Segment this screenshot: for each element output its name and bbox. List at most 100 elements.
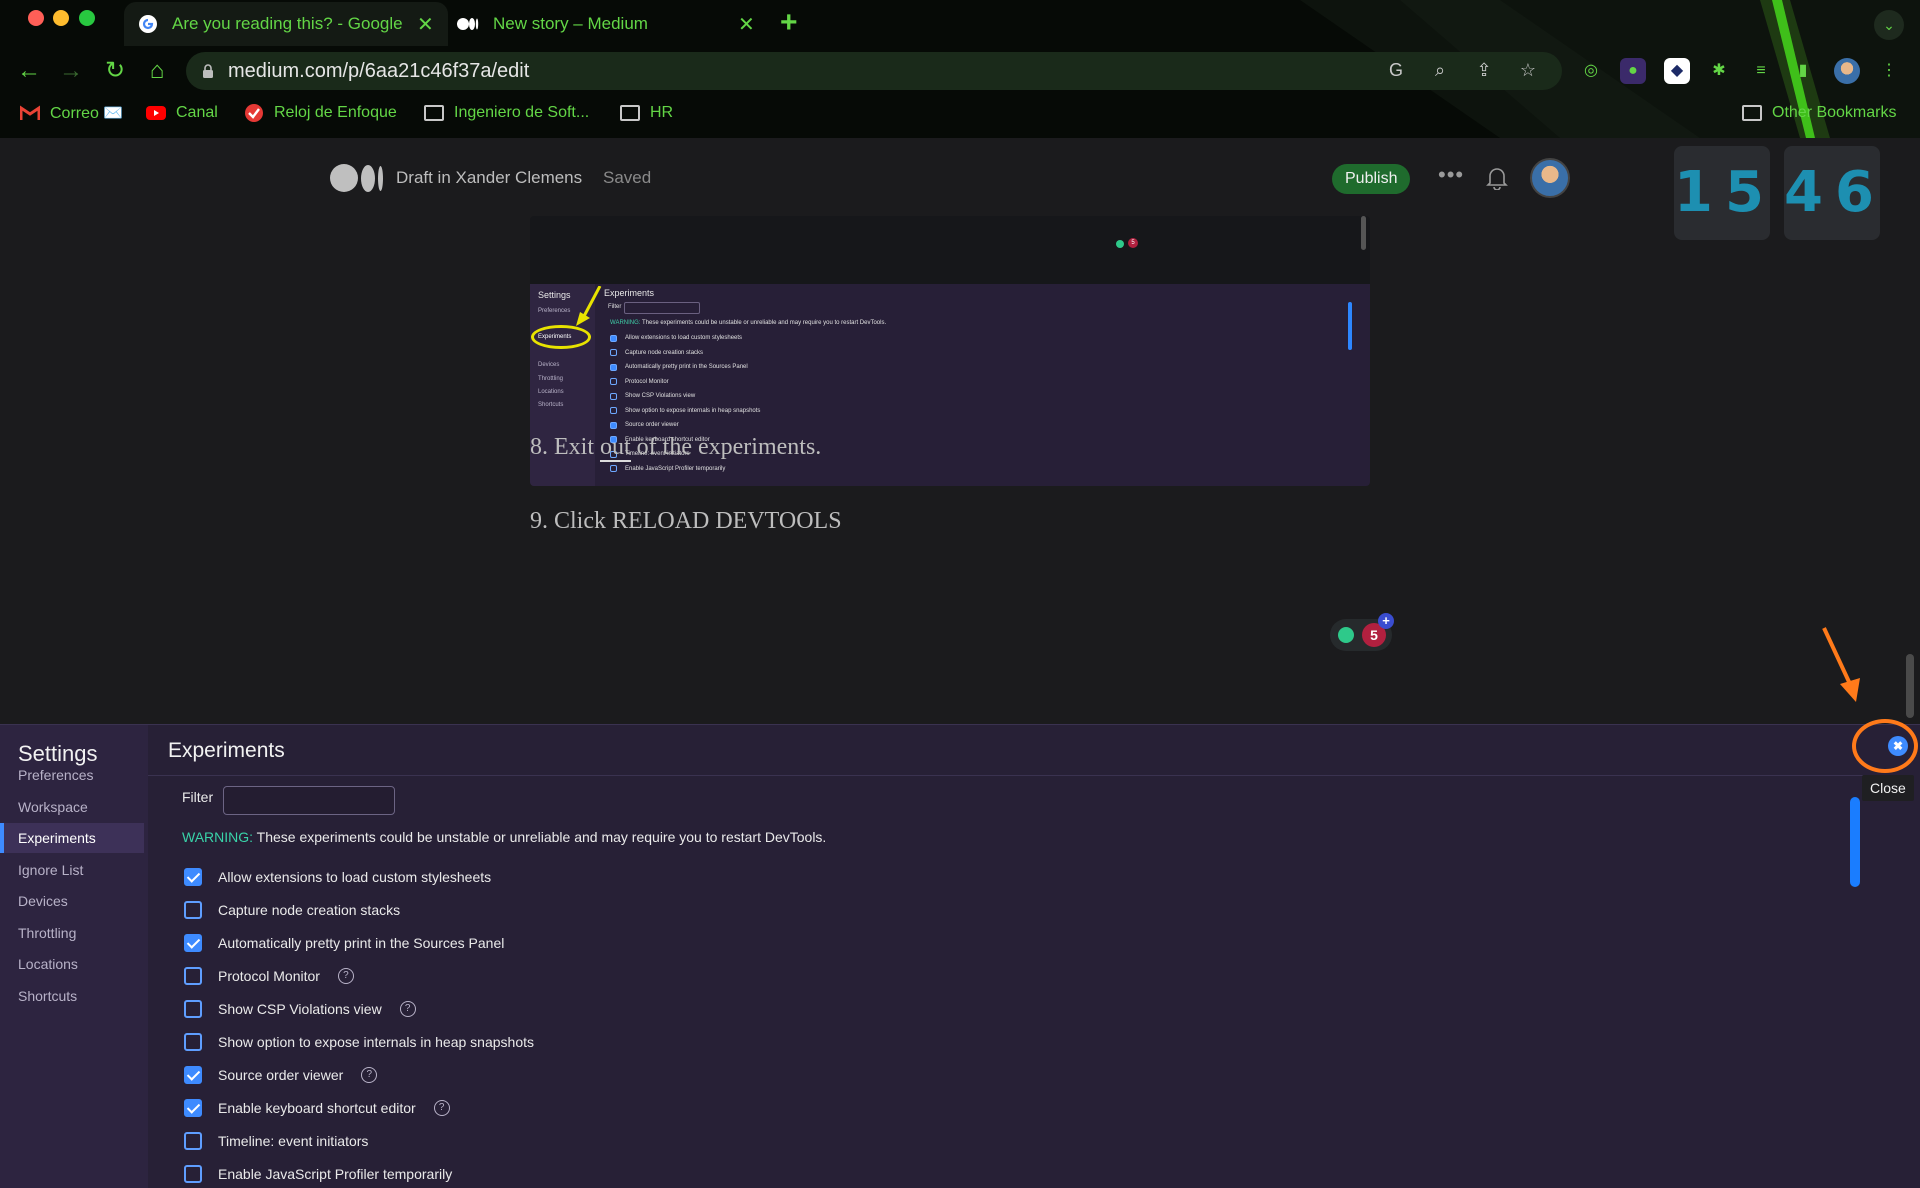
embed-warning-text: These experiments could be unstable or u…: [640, 320, 887, 326]
close-tab-icon[interactable]: ✕: [738, 12, 755, 37]
sidebar-item-throttling[interactable]: Throttling: [0, 918, 144, 948]
reload-icon[interactable]: ↻: [100, 56, 130, 86]
devtools-settings-panel: Settings Preferences Workspace Experiments…: [0, 719, 1920, 1188]
window-zoom-control[interactable]: [79, 10, 95, 26]
experiment-checkbox[interactable]: [184, 868, 202, 886]
tab-medium[interactable]: New story – Medium ✕: [443, 2, 769, 46]
experiment-checkbox[interactable]: [184, 1165, 202, 1183]
sidebar-item-preferences[interactable]: Preferences: [0, 760, 144, 790]
experiment-checkbox[interactable]: [184, 1132, 202, 1150]
experiment-checkbox[interactable]: [184, 1066, 202, 1084]
sidebar-item-devices[interactable]: Devices: [0, 886, 144, 916]
experiment-row[interactable]: Automatically pretty print in the Source…: [184, 931, 504, 955]
folder-icon: [424, 105, 444, 121]
sidebar-item-ignore-list[interactable]: Ignore List: [0, 855, 144, 885]
extensions-puzzle-icon[interactable]: ✱: [1706, 58, 1732, 84]
user-avatar[interactable]: [1530, 158, 1570, 198]
tab-google[interactable]: Are you reading this? - Google ✕: [124, 2, 448, 46]
notifications-bell-icon[interactable]: [1486, 166, 1508, 190]
help-icon[interactable]: ?: [361, 1067, 378, 1083]
experiment-label: Capture node creation stacks: [218, 902, 401, 918]
embed-checkbox: [610, 334, 617, 342]
extension-color-icon[interactable]: ●: [1620, 58, 1646, 84]
bookmark-reloj-de-enfoque[interactable]: Reloj de Enfoque: [244, 98, 397, 128]
experiment-checkbox[interactable]: [184, 1033, 202, 1051]
bookmark-star-icon[interactable]: ☆: [1516, 58, 1540, 82]
experiment-row[interactable]: Timeline: event initiators: [184, 1129, 368, 1153]
embed-row-label: Enable JavaScript Profiler temporarily: [625, 465, 726, 472]
filter-input[interactable]: [223, 786, 395, 815]
logo-circle-small: [378, 165, 383, 191]
experiment-row[interactable]: Show option to expose internals in heap …: [184, 1030, 534, 1054]
embed-checkbox: [610, 378, 617, 385]
experiment-row[interactable]: Capture node creation stacks: [184, 898, 400, 922]
checkmark-circle-icon: [245, 104, 263, 122]
sidebar-item-shortcuts[interactable]: Shortcuts: [0, 981, 144, 1011]
experiment-row[interactable]: Enable JavaScript Profiler temporarily: [184, 1162, 452, 1186]
experiments-title: Experiments: [168, 739, 285, 762]
medium-icon: [457, 18, 479, 30]
bookmark-correo[interactable]: Correo ✉️: [20, 98, 123, 128]
close-tab-icon[interactable]: ✕: [417, 12, 434, 37]
embed-sidebar-item: Locations: [538, 389, 564, 395]
sidebar-item-locations[interactable]: Locations: [0, 949, 144, 979]
side-panel-icon[interactable]: ▮: [1790, 58, 1816, 84]
sidebar-item-workspace[interactable]: Workspace: [0, 792, 144, 822]
share-icon[interactable]: ⇪: [1472, 58, 1496, 82]
experiment-row[interactable]: Enable keyboard shortcut editor?: [184, 1096, 450, 1120]
more-options-icon[interactable]: •••: [1438, 162, 1464, 188]
media-queue-icon[interactable]: ≡: [1748, 58, 1774, 84]
bookmark-other[interactable]: Other Bookmarks: [1742, 98, 1896, 128]
close-settings-icon[interactable]: ✖: [1888, 736, 1908, 756]
publish-button[interactable]: Publish: [1332, 164, 1411, 194]
experiment-label: Enable keyboard shortcut editor: [218, 1100, 416, 1116]
embed-row-label: Show CSP Violations view: [625, 393, 696, 399]
experiment-checkbox[interactable]: [184, 967, 202, 985]
help-icon[interactable]: ?: [399, 1001, 416, 1017]
embed-sidebar-item: Preferences: [538, 308, 571, 314]
experiment-row[interactable]: Source order viewer?: [184, 1063, 378, 1087]
window-minimize-control[interactable]: [53, 10, 69, 26]
assistant-green-icon: [1338, 627, 1354, 643]
experiment-row[interactable]: Protocol Monitor?: [184, 964, 354, 988]
bookmark-ingeniero[interactable]: Ingeniero de Soft...: [424, 98, 589, 128]
experiment-row[interactable]: Show CSP Violations view?: [184, 997, 416, 1021]
orange-highlight-ring: [1852, 719, 1918, 773]
experiment-checkbox[interactable]: [184, 901, 202, 919]
embed-experiment-row: Source order viewer: [610, 420, 679, 430]
home-icon[interactable]: ⌂: [142, 56, 172, 86]
browser-menu-icon[interactable]: ⋮: [1876, 58, 1902, 84]
experiment-row[interactable]: Allow extensions to load custom styleshe…: [184, 865, 491, 889]
story-step-8[interactable]: 8. Exit out of the experiments.: [530, 434, 821, 462]
google-lens-icon[interactable]: G: [1384, 58, 1408, 82]
saved-status: Saved: [603, 168, 652, 187]
experiment-label: Allow extensions to load custom styleshe…: [218, 869, 492, 885]
sidebar-item-experiments[interactable]: Experiments: [0, 823, 144, 853]
embed-checkbox: [610, 349, 617, 356]
experiment-checkbox[interactable]: [184, 1099, 202, 1117]
step-8-text-start: 8. Exit: [530, 434, 600, 460]
tab-search-chevron-icon[interactable]: ⌄: [1874, 10, 1904, 40]
grammar-assistant-badge[interactable]: 5 +: [1330, 613, 1394, 651]
browser-chrome: Are you reading this? - Google ✕ New sto…: [0, 0, 1920, 138]
experiment-checkbox[interactable]: [184, 934, 202, 952]
help-icon[interactable]: ?: [433, 1100, 450, 1116]
extension-box-icon[interactable]: ◆: [1664, 58, 1690, 84]
help-icon[interactable]: ?: [337, 968, 354, 984]
new-tab-icon[interactable]: +: [780, 6, 798, 40]
medium-logo[interactable]: [330, 164, 383, 192]
forward-arrow-icon[interactable]: →: [56, 56, 86, 86]
bookmark-hr[interactable]: HR: [620, 98, 673, 128]
embed-checkbox: [610, 465, 617, 472]
window-close-control[interactable]: [28, 10, 44, 26]
address-bar[interactable]: medium.com/p/6aa21c46f37a/edit G ⌕ ⇪ ☆: [186, 52, 1562, 90]
profile-avatar[interactable]: [1834, 58, 1860, 84]
zoom-icon[interactable]: ⌕: [1428, 58, 1452, 82]
extension-glasses-icon[interactable]: ◎: [1578, 58, 1604, 84]
back-arrow-icon[interactable]: ←: [14, 56, 44, 86]
experiment-checkbox[interactable]: [184, 1000, 202, 1018]
bookmark-canal[interactable]: Canal: [146, 98, 218, 128]
story-step-9[interactable]: 9. Click RELOAD DEVTOOLS: [530, 508, 842, 535]
page-scrollbar[interactable]: [1906, 654, 1914, 718]
experiments-scrollbar[interactable]: [1850, 797, 1860, 887]
